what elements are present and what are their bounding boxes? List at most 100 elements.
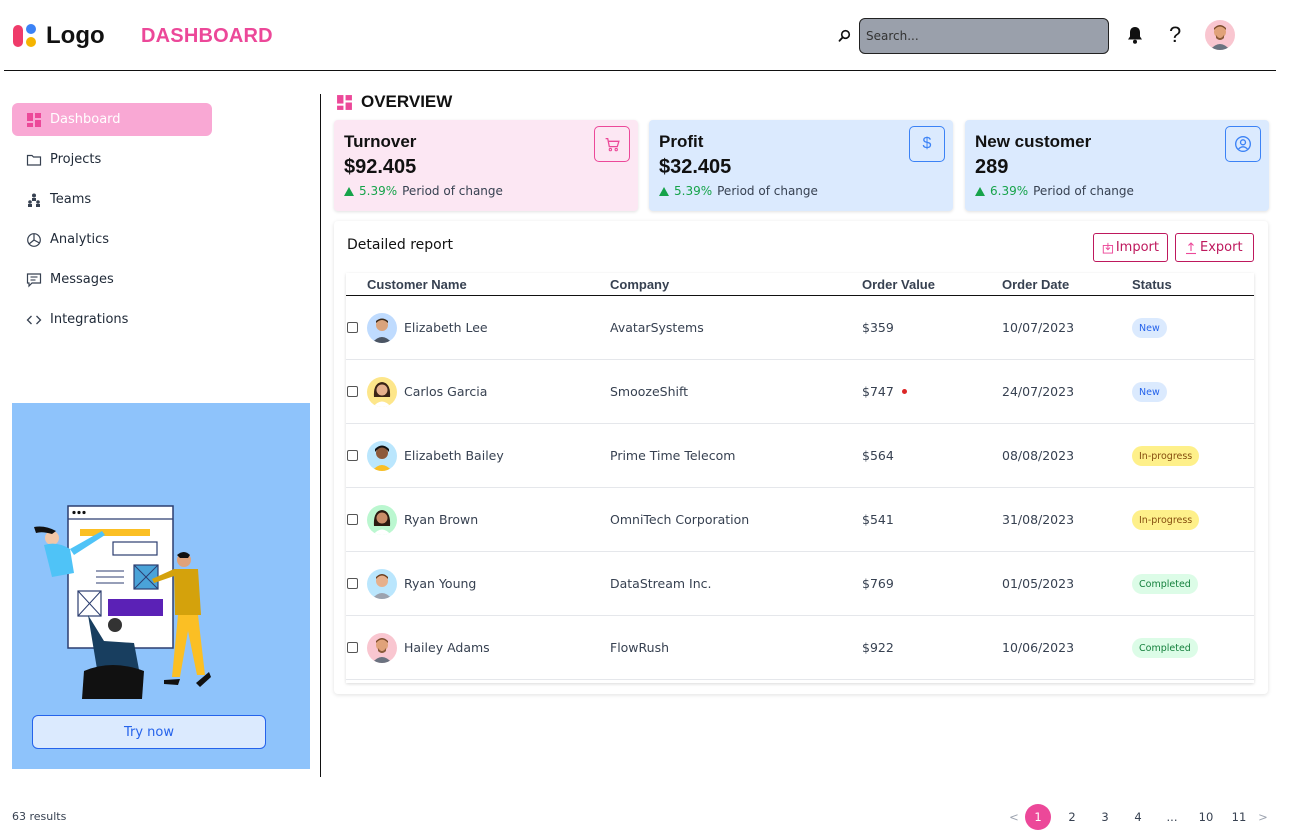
pagination-next[interactable]: > (1257, 804, 1269, 830)
row-checkbox[interactable] (347, 578, 358, 589)
promo-card: Try now (12, 403, 310, 769)
change-percent: 6.39% (990, 184, 1029, 198)
card-value: 289 (975, 156, 1009, 178)
trend-up-icon (975, 186, 985, 196)
pagination-page[interactable]: 1 (1025, 804, 1051, 830)
pagination-page[interactable]: 10 (1194, 804, 1218, 830)
order-date: 10/06/2023 (1002, 640, 1075, 655)
help-icon[interactable]: ? (1169, 22, 1181, 48)
table-row[interactable]: Carlos Garcia SmoozeShift $747 24/07/202… (346, 360, 1254, 424)
change-label: Period of change (1033, 184, 1134, 198)
user-circle-icon[interactable] (1225, 126, 1261, 162)
pagination-page[interactable]: 3 (1095, 804, 1115, 830)
sidebar-item-analytics[interactable]: Analytics (12, 223, 212, 256)
report-table: Customer Name Company Order Value Order … (346, 273, 1254, 683)
pagination-page[interactable]: 4 (1128, 804, 1148, 830)
customer-avatar (367, 569, 397, 599)
pagination-page[interactable]: 11 (1227, 804, 1251, 830)
customer-name: Elizabeth Lee (404, 320, 488, 335)
company-name: FlowRush (610, 640, 670, 655)
change-label: Period of change (402, 184, 503, 198)
table-row[interactable]: Hailey Adams FlowRush $922 10/06/2023 Co… (346, 616, 1254, 680)
order-value: $541 (862, 512, 894, 527)
table-row[interactable]: Ryan Young DataStream Inc. $769 01/05/20… (346, 552, 1254, 616)
code-icon (26, 315, 42, 324)
pagination-ellipsis: ... (1166, 810, 1178, 824)
pie-chart-icon (27, 232, 41, 247)
row-checkbox[interactable] (347, 642, 358, 653)
sidebar-item-dashboard[interactable]: Dashboard (12, 103, 212, 136)
sidebar-item-integrations[interactable]: Integrations (12, 303, 212, 336)
overview-heading: OVERVIEW (336, 92, 452, 112)
sidebar-item-projects[interactable]: Projects (12, 143, 212, 176)
change-percent: 5.39% (359, 184, 398, 198)
status-badge: In-progress (1132, 446, 1200, 466)
export-button[interactable]: Export (1175, 233, 1254, 262)
order-date: 08/08/2023 (1002, 448, 1075, 463)
logo-mark-icon (12, 22, 40, 50)
card-change: 6.39% Period of change (975, 184, 1259, 198)
customer-name: Carlos Garcia (404, 384, 488, 399)
export-icon (1186, 241, 1196, 254)
trend-up-icon (344, 186, 354, 196)
import-label: Import (1115, 240, 1159, 255)
card-change: 5.39% Period of change (344, 184, 628, 198)
sidebar-item-label: Projects (50, 152, 102, 167)
order-date: 24/07/2023 (1002, 384, 1075, 399)
sidebar-item-teams[interactable]: Teams (12, 183, 212, 216)
order-value: $922 (862, 640, 894, 655)
page-title: DASHBOARD (141, 25, 273, 47)
sidebar-divider (320, 94, 321, 777)
status-badge: Completed (1132, 638, 1198, 658)
search-input[interactable] (859, 18, 1109, 54)
order-value: $564 (862, 448, 894, 463)
trend-up-icon (659, 186, 669, 196)
table-row[interactable]: Elizabeth Bailey Prime Time Telecom $564… (346, 424, 1254, 488)
change-percent: 5.39% (674, 184, 713, 198)
export-label: Export (1200, 240, 1243, 255)
sidebar-item-label: Messages (50, 272, 114, 287)
card-value: $32.405 (659, 156, 732, 178)
logo[interactable]: Logo (12, 22, 105, 50)
cart-icon[interactable] (594, 126, 630, 162)
column-header[interactable]: Customer Name (367, 277, 467, 292)
table-row[interactable]: Elizabeth Lee AvatarSystems $359 10/07/2… (346, 296, 1254, 360)
message-icon (26, 272, 42, 287)
customer-name: Elizabeth Bailey (404, 448, 504, 463)
customer-avatar (367, 441, 397, 471)
order-date: 01/05/2023 (1002, 576, 1075, 591)
row-checkbox[interactable] (347, 514, 358, 525)
row-checkbox[interactable] (347, 322, 358, 333)
sidebar-item-messages[interactable]: Messages (12, 263, 212, 296)
report-title: Detailed report (347, 237, 453, 253)
status-badge: New (1132, 382, 1167, 402)
results-count: 63 results (12, 810, 67, 823)
alert-dot-icon (902, 389, 907, 394)
status-badge: Completed (1132, 574, 1198, 594)
customer-avatar (367, 313, 397, 343)
column-header[interactable]: Company (610, 277, 669, 292)
row-checkbox[interactable] (347, 386, 358, 397)
company-name: DataStream Inc. (610, 576, 712, 591)
bell-icon[interactable] (1126, 25, 1144, 45)
logo-text: Logo (46, 22, 105, 49)
dollar-icon[interactable]: $ (909, 126, 945, 162)
detailed-report: Detailed report Import Export Customer N… (334, 221, 1268, 694)
card-change: 5.39% Period of change (659, 184, 943, 198)
column-header[interactable]: Status (1132, 277, 1172, 292)
column-header[interactable]: Order Value (862, 277, 935, 292)
order-date: 31/08/2023 (1002, 512, 1075, 527)
order-value: $769 (862, 576, 894, 591)
sidebar-item-label: Dashboard (50, 112, 121, 127)
dashboard-icon (27, 112, 41, 127)
pagination-prev[interactable]: < (1008, 804, 1020, 830)
import-button[interactable]: Import (1093, 233, 1168, 262)
order-value: $359 (862, 320, 894, 335)
card-value: $92.405 (344, 156, 417, 178)
try-now-button[interactable]: Try now (32, 715, 266, 749)
user-avatar[interactable] (1205, 20, 1235, 50)
table-row[interactable]: Ryan Brown OmniTech Corporation $541 31/… (346, 488, 1254, 552)
row-checkbox[interactable] (347, 450, 358, 461)
column-header[interactable]: Order Date (1002, 277, 1069, 292)
pagination-page[interactable]: 2 (1062, 804, 1082, 830)
